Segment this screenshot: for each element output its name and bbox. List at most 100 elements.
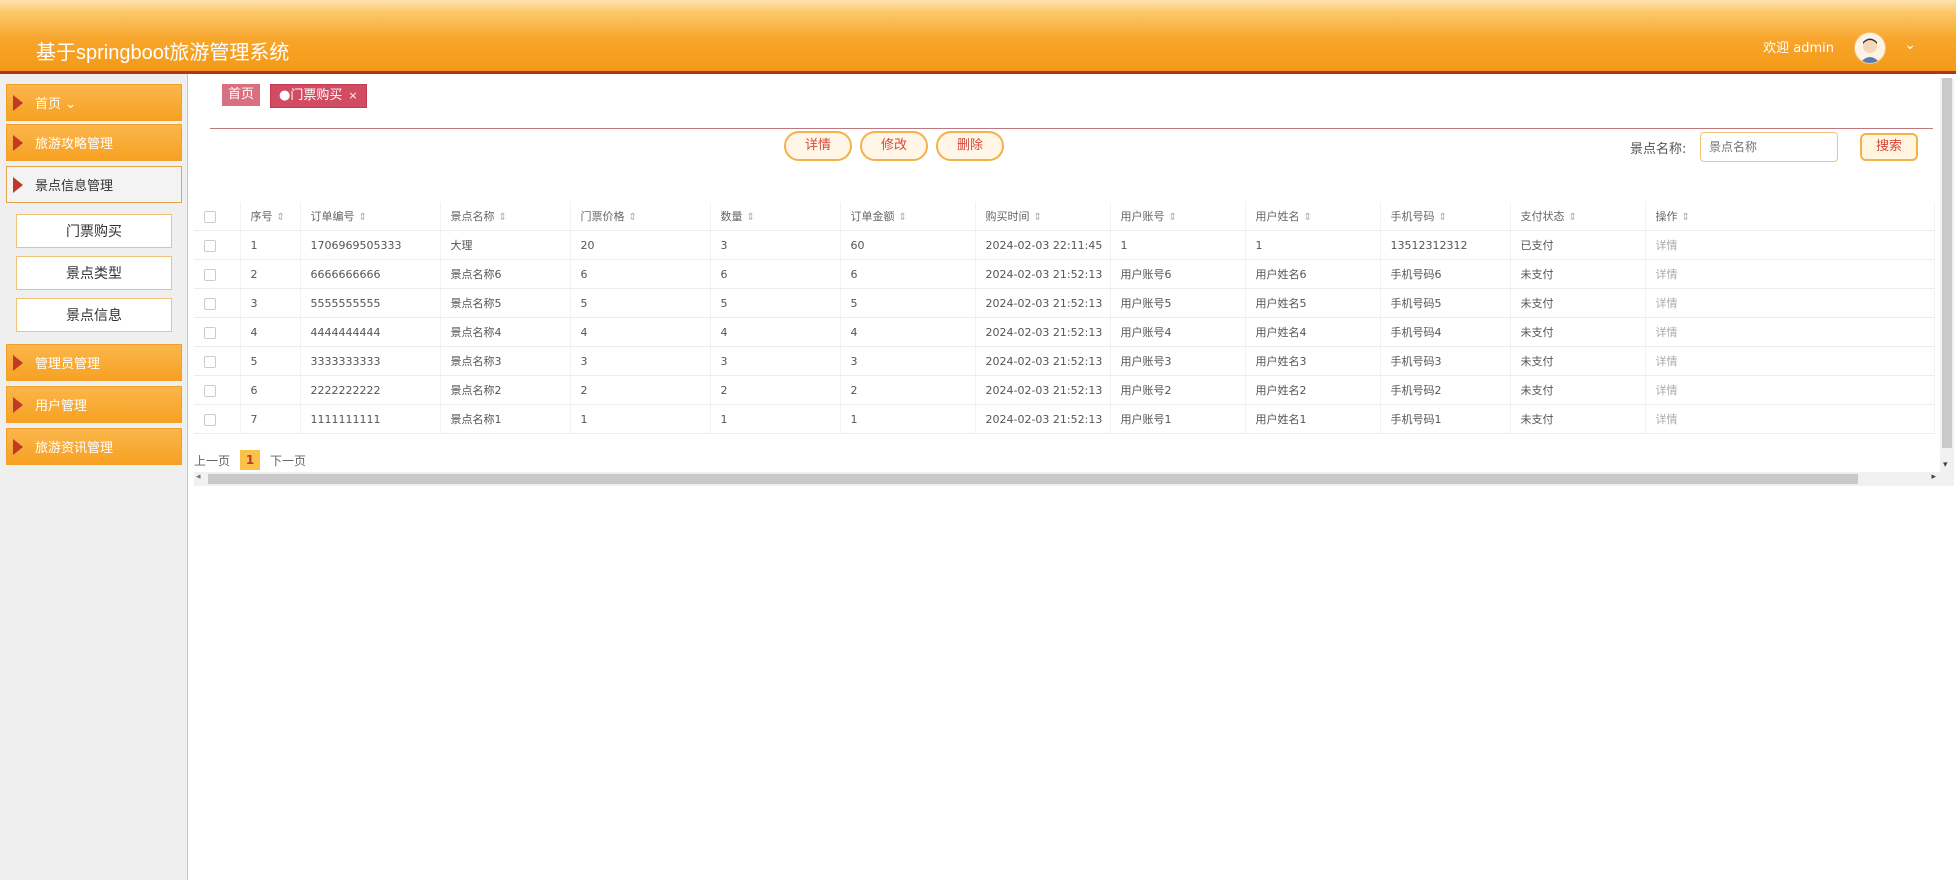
tab-ticket-purchase[interactable]: ●门票购买 ×: [270, 84, 367, 108]
sort-icon[interactable]: ⇕: [277, 212, 285, 223]
table-row[interactable]: 5 3333333333 景点名称3 3 3 3 2024-02-03 21:52:13 用户…: [194, 346, 1935, 376]
sort-icon[interactable]: ⇕: [629, 212, 637, 223]
table-cell: 2024-02-03 22:11:45: [975, 230, 1111, 260]
table-cell: 手机号码2: [1380, 375, 1511, 405]
detail-link[interactable]: 详情: [1645, 404, 1935, 434]
scrollbar-thumb[interactable]: [208, 474, 1858, 484]
column-header[interactable]: 门票价格 ⇕: [570, 202, 711, 231]
sidebar-subitem-scenic-type[interactable]: 景点类型: [16, 256, 172, 290]
detail-link[interactable]: 详情: [1645, 317, 1935, 347]
table-row[interactable]: 1 1706969505333 大理 20 3 60 2024-02-03 22:11:45…: [194, 230, 1935, 260]
column-header[interactable]: 订单编号 ⇕: [300, 202, 441, 231]
table-cell: 6: [840, 259, 976, 289]
table-cell: 3: [570, 346, 711, 376]
search-input[interactable]: [1700, 132, 1838, 162]
select-all-checkbox[interactable]: [194, 202, 241, 231]
prev-page-button[interactable]: 上一页: [194, 452, 230, 469]
detail-link[interactable]: 详情: [1645, 375, 1935, 405]
column-header[interactable]: 用户账号 ⇕: [1110, 202, 1246, 231]
table-row[interactable]: 7 1111111111 景点名称1 1 1 1 2024-02-03 21:52:13 用户…: [194, 404, 1935, 434]
sidebar-item-label: 首页 ⌄: [35, 97, 77, 112]
table-cell: 2024-02-03 21:52:13: [975, 375, 1111, 405]
table-cell: 4: [840, 317, 976, 347]
column-header[interactable]: 订单金额 ⇕: [840, 202, 976, 231]
edit-button[interactable]: 修改: [860, 131, 928, 161]
sidebar-subitem-ticket-purchase[interactable]: 门票购买: [16, 214, 172, 248]
scroll-right-icon[interactable]: ▸: [1931, 472, 1936, 482]
column-header[interactable]: 序号 ⇕: [240, 202, 301, 231]
sidebar-item-travel-guide[interactable]: 旅游攻略管理: [6, 124, 182, 161]
sidebar-item-admin[interactable]: 管理员管理: [6, 344, 182, 381]
row-checkbox[interactable]: [194, 404, 241, 434]
table-row[interactable]: 2 6666666666 景点名称6 6 6 6 2024-02-03 21:52:13 用户…: [194, 259, 1935, 289]
scrollbar-thumb[interactable]: [1942, 78, 1952, 448]
table-row[interactable]: 6 2222222222 景点名称2 2 2 2 2024-02-03 21:52:13 用户…: [194, 375, 1935, 405]
row-checkbox[interactable]: [194, 288, 241, 318]
table-cell: 景点名称6: [440, 259, 571, 289]
row-checkbox[interactable]: [194, 375, 241, 405]
table-cell: 1: [240, 230, 301, 260]
sort-icon[interactable]: ⇕: [899, 212, 907, 223]
scroll-left-icon[interactable]: ◂: [196, 472, 201, 482]
app-title: 基于springboot旅游管理系统: [36, 42, 290, 64]
page-number-button[interactable]: 1: [240, 450, 261, 470]
horizontal-scrollbar[interactable]: ◂ ▸: [194, 472, 1954, 486]
table-cell: 60: [840, 230, 976, 260]
table-cell: 景点名称2: [440, 375, 571, 405]
sidebar-item-home[interactable]: 首页 ⌄: [6, 84, 182, 121]
chevron-down-icon[interactable]: ⌄: [1904, 37, 1916, 53]
table-row[interactable]: 3 5555555555 景点名称5 5 5 5 2024-02-03 21:52:13 用户…: [194, 288, 1935, 318]
delete-button[interactable]: 删除: [936, 131, 1004, 161]
sort-icon[interactable]: ⇕: [359, 212, 367, 223]
table-cell: 手机号码6: [1380, 259, 1511, 289]
sort-icon[interactable]: ⇕: [1034, 212, 1042, 223]
column-header[interactable]: 用户姓名 ⇕: [1245, 202, 1381, 231]
column-header[interactable]: 操作 ⇕: [1645, 202, 1935, 231]
sort-icon[interactable]: ⇕: [499, 212, 507, 223]
row-checkbox[interactable]: [194, 230, 241, 260]
sort-icon[interactable]: ⇕: [1439, 212, 1447, 223]
column-header[interactable]: 数量 ⇕: [710, 202, 841, 231]
detail-link[interactable]: 详情: [1645, 288, 1935, 318]
table-cell: 用户姓名1: [1245, 404, 1381, 434]
row-checkbox[interactable]: [194, 259, 241, 289]
table-cell: 大理: [440, 230, 571, 260]
table-cell: 用户姓名2: [1245, 375, 1381, 405]
table-cell: 用户账号5: [1110, 288, 1246, 318]
table-cell: 用户账号6: [1110, 259, 1246, 289]
detail-link[interactable]: 详情: [1645, 346, 1935, 376]
table-cell: 手机号码5: [1380, 288, 1511, 318]
sort-icon[interactable]: ⇕: [747, 212, 755, 223]
sidebar-item-travel-news[interactable]: 旅游资讯管理: [6, 428, 182, 465]
sort-icon[interactable]: ⇕: [1682, 212, 1690, 223]
table-cell: 6: [570, 259, 711, 289]
table-cell: 未支付: [1510, 404, 1646, 434]
column-header[interactable]: 手机号码 ⇕: [1380, 202, 1511, 231]
top-header: 基于springboot旅游管理系统 欢迎 admin ⌄: [0, 0, 1956, 74]
sidebar-subitem-scenic-info[interactable]: 景点信息: [16, 298, 172, 332]
column-header[interactable]: 支付状态 ⇕: [1510, 202, 1646, 231]
next-page-button[interactable]: 下一页: [270, 452, 306, 469]
column-header[interactable]: 购买时间 ⇕: [975, 202, 1111, 231]
scroll-down-icon[interactable]: ▾: [1943, 460, 1948, 470]
table-row[interactable]: 4 4444444444 景点名称4 4 4 4 2024-02-03 21:52:13 用户…: [194, 317, 1935, 347]
table-cell: 7: [240, 404, 301, 434]
sidebar-item-users[interactable]: 用户管理: [6, 386, 182, 423]
table-cell: 手机号码1: [1380, 404, 1511, 434]
column-header[interactable]: 景点名称 ⇕: [440, 202, 571, 231]
row-checkbox[interactable]: [194, 346, 241, 376]
sort-icon[interactable]: ⇕: [1169, 212, 1177, 223]
sort-icon[interactable]: ⇕: [1304, 212, 1312, 223]
detail-link[interactable]: 详情: [1645, 230, 1935, 260]
search-button[interactable]: 搜索: [1860, 133, 1918, 161]
user-avatar-icon[interactable]: [1854, 32, 1886, 64]
sort-icon[interactable]: ⇕: [1569, 212, 1577, 223]
detail-link[interactable]: 详情: [1645, 259, 1935, 289]
detail-button[interactable]: 详情: [784, 131, 852, 161]
tab-home[interactable]: 首页: [222, 84, 261, 106]
close-icon[interactable]: ×: [348, 89, 357, 102]
sidebar-item-scenic-info[interactable]: 景点信息管理: [6, 166, 182, 203]
vertical-scrollbar[interactable]: ▾: [1940, 78, 1954, 472]
welcome-text: 欢迎 admin: [1763, 41, 1834, 56]
row-checkbox[interactable]: [194, 317, 241, 347]
